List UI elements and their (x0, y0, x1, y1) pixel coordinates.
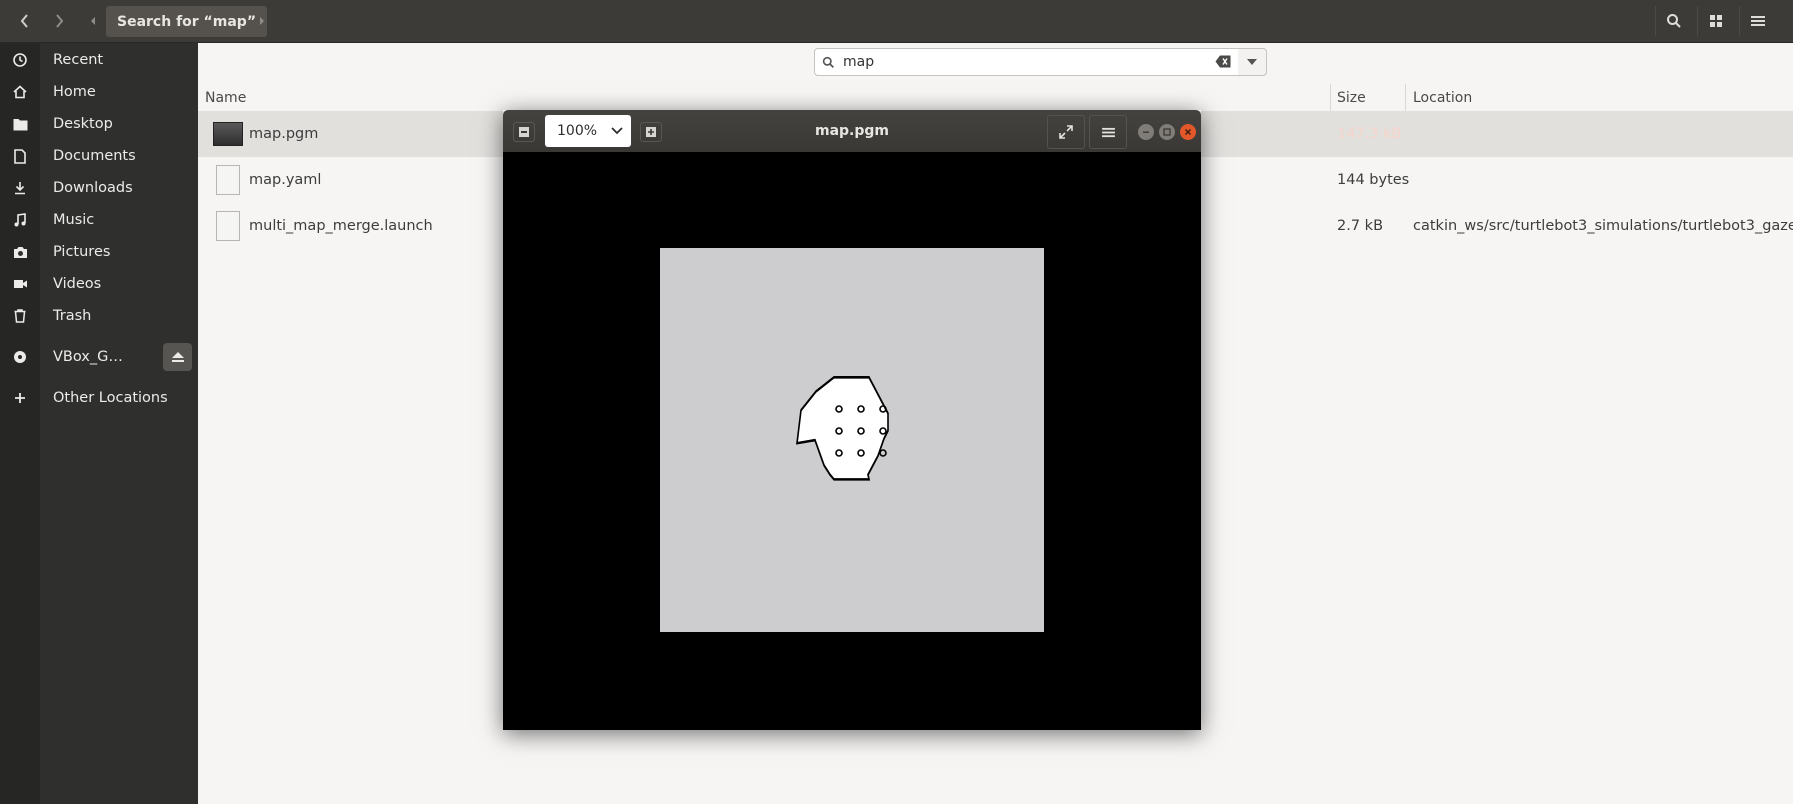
sidebar-item-downloads[interactable]: Downloads (0, 172, 198, 204)
disc-icon (0, 350, 40, 364)
hamburger-menu-icon (1101, 127, 1115, 137)
sidebar-item-label: Documents (53, 148, 136, 164)
minus-icon (519, 127, 529, 137)
search-toggle-button[interactable] (1655, 6, 1692, 36)
map-free-space (796, 376, 889, 481)
path-prev-button[interactable] (84, 0, 102, 42)
sidebar-item-other-locations[interactable]: Other Locations (0, 382, 198, 414)
triangle-down-icon (1247, 59, 1257, 65)
occupancy-map-image (660, 248, 1044, 632)
file-size: 2.7 kB (1337, 218, 1384, 234)
sidebar-item-desktop[interactable]: Desktop (0, 108, 198, 140)
zoom-out-button[interactable] (513, 122, 535, 142)
sidebar-item-label: VBox_G… (53, 349, 123, 365)
sidebar-item-label: Other Locations (53, 390, 168, 406)
viewer-titlebar[interactable]: 100% map.pgm (503, 110, 1201, 152)
expand-icon (1059, 125, 1073, 139)
text-file-icon (216, 157, 240, 203)
column-header-label: Name (205, 90, 247, 106)
search-icon (822, 56, 834, 68)
sidebar-item-pictures[interactable]: Pictures (0, 236, 198, 268)
close-button[interactable] (1180, 124, 1196, 140)
image-canvas[interactable] (503, 152, 1201, 730)
column-separator (1405, 84, 1406, 112)
places-sidebar: Recent Home Desktop Documents Downloads … (0, 43, 198, 804)
close-icon (1185, 129, 1191, 135)
file-location: catkin_ws/src/turtlebot3_simulations/tur… (1413, 218, 1793, 234)
main-menu-button[interactable] (1739, 6, 1776, 36)
column-header-location[interactable]: Location (1413, 84, 1472, 112)
path-segment-search[interactable]: Search for “map” (106, 6, 268, 37)
chevron-down-icon (611, 127, 623, 135)
sidebar-item-videos[interactable]: Videos (0, 268, 198, 300)
image-file-icon (213, 111, 243, 157)
eject-icon (171, 352, 184, 362)
download-icon (0, 181, 40, 195)
sidebar-item-label: Recent (53, 52, 104, 68)
file-name: map.yaml (249, 172, 322, 188)
sidebar-item-label: Videos (53, 276, 102, 292)
file-size: 144 bytes (1337, 172, 1410, 188)
sidebar-item-label: Desktop (53, 116, 113, 132)
zoom-level-select[interactable]: 100% (545, 115, 631, 147)
sidebar-item-label: Downloads (53, 180, 133, 196)
grid-view-icon (1710, 15, 1722, 27)
grid-view-button[interactable] (1697, 6, 1734, 36)
sidebar-item-music[interactable]: Music (0, 204, 198, 236)
zoom-in-button[interactable] (640, 122, 662, 142)
file-size: 147.3 kB (1337, 126, 1402, 142)
viewer-menu-button[interactable] (1089, 115, 1127, 149)
sidebar-item-home[interactable]: Home (0, 76, 198, 108)
search-value: map (843, 54, 875, 70)
file-name: map.pgm (249, 126, 319, 142)
sidebar-item-documents[interactable]: Documents (0, 140, 198, 172)
plus-icon (0, 392, 40, 404)
chevron-left-icon (20, 14, 28, 28)
file-name: multi_map_merge.launch (249, 218, 433, 234)
column-header-name[interactable]: Name (205, 84, 246, 112)
video-icon (0, 278, 40, 290)
image-viewer-window: 100% map.pgm (503, 110, 1201, 730)
zoom-value: 100% (557, 123, 598, 139)
clear-text-icon[interactable] (1215, 55, 1231, 68)
forward-button[interactable] (42, 0, 76, 42)
column-separator (1330, 84, 1331, 112)
plus-icon (646, 127, 656, 137)
home-icon (0, 85, 40, 99)
sidebar-item-label: Music (53, 212, 95, 228)
music-note-icon (0, 213, 40, 227)
path-next-button[interactable] (254, 0, 270, 42)
search-options-dropdown[interactable] (1238, 48, 1267, 76)
search-input[interactable]: map (814, 48, 1240, 76)
text-file-icon (216, 203, 240, 249)
sidebar-item-trash[interactable]: Trash (0, 300, 198, 332)
sidebar-item-recent[interactable]: Recent (0, 44, 198, 76)
column-header-size[interactable]: Size (1337, 84, 1366, 112)
minimize-button[interactable] (1138, 124, 1154, 140)
triangle-right-icon (260, 17, 264, 25)
chevron-right-icon (56, 14, 64, 28)
header-bar: Search for “map” (0, 0, 1793, 43)
fullscreen-button[interactable] (1047, 115, 1085, 149)
eject-button[interactable] (163, 343, 192, 371)
triangle-left-icon (91, 17, 95, 25)
sidebar-item-label: Home (53, 84, 96, 100)
folder-icon (0, 118, 40, 131)
trash-icon (0, 309, 40, 323)
maximize-icon (1163, 128, 1171, 136)
camera-icon (0, 246, 40, 259)
search-icon (1667, 14, 1681, 28)
path-label: Search for “map” (117, 13, 257, 30)
hamburger-menu-icon (1751, 16, 1765, 26)
column-header-label: Location (1413, 90, 1473, 106)
minimize-icon (1143, 131, 1149, 133)
sidebar-item-label: Pictures (53, 244, 111, 260)
maximize-button[interactable] (1159, 124, 1175, 140)
clock-icon (0, 53, 40, 67)
document-icon (0, 148, 40, 164)
column-header-label: Size (1337, 90, 1366, 106)
sidebar-item-label: Trash (53, 308, 92, 324)
back-button[interactable] (8, 0, 42, 42)
